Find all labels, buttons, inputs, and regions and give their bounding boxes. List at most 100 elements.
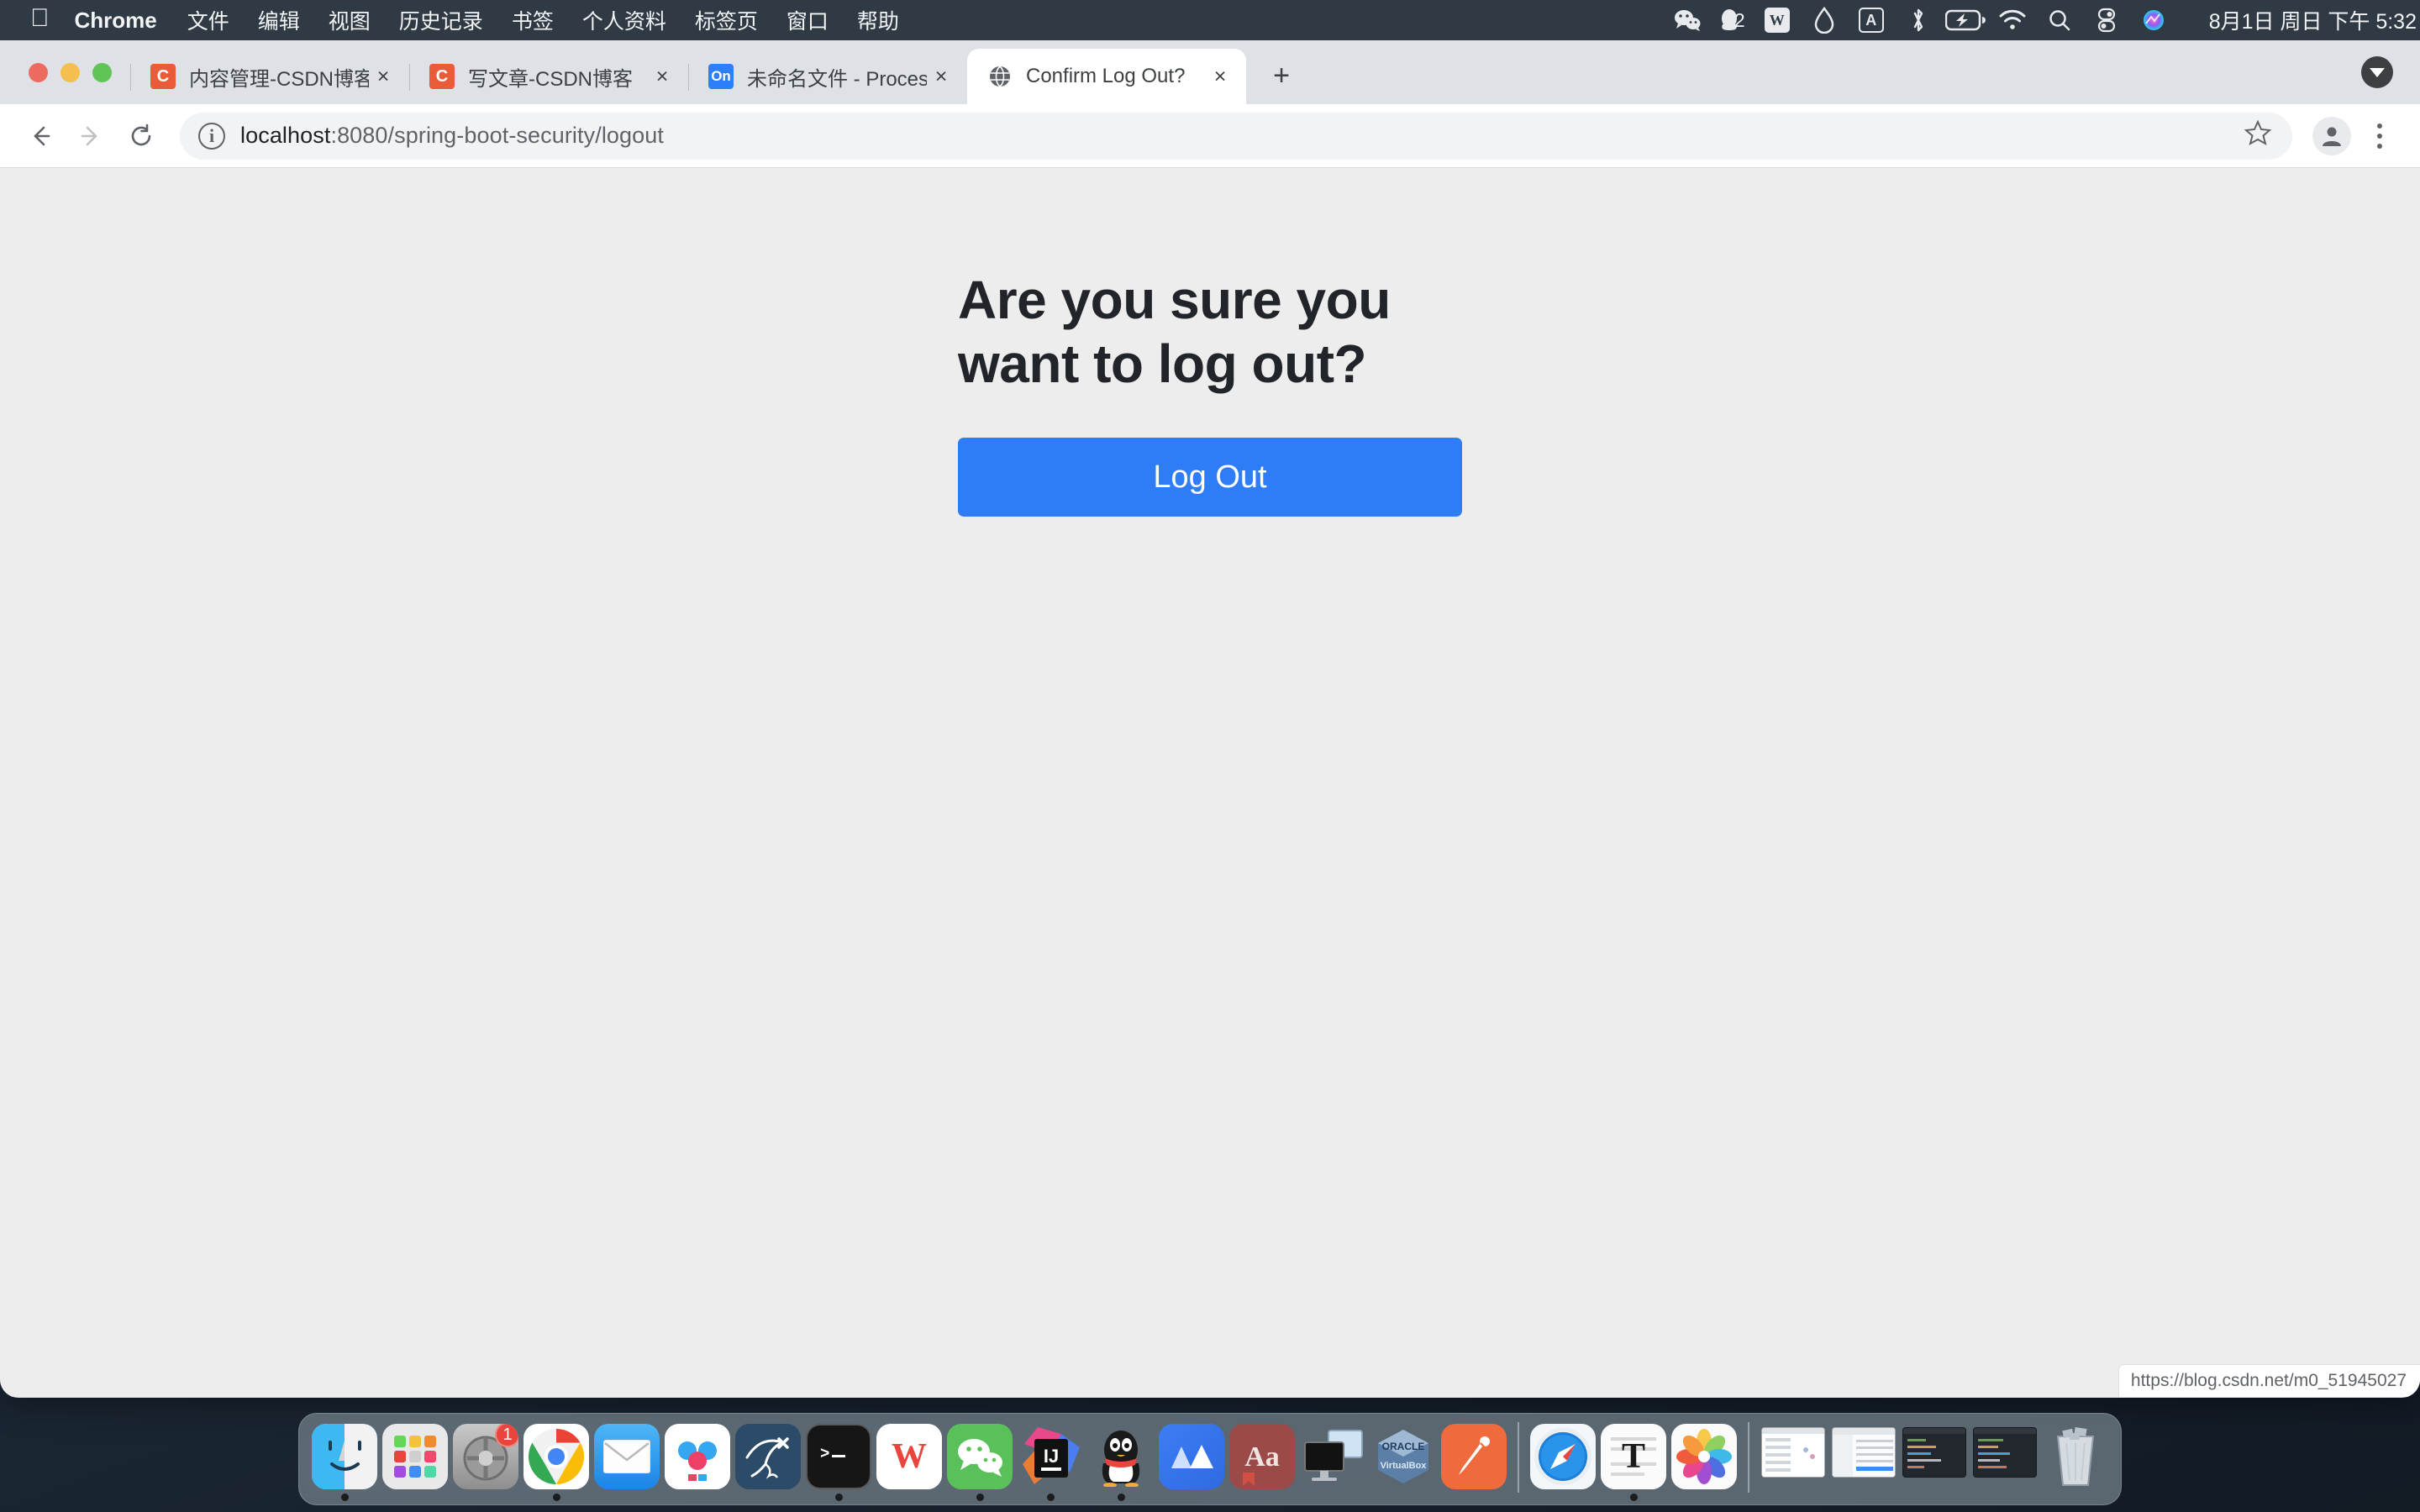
dock-item-virtualbox[interactable]: ORACLE VirtualBox: [1368, 1420, 1439, 1504]
qq-badge-count: 2: [1733, 8, 1745, 31]
browser-tab-4-active[interactable]: Confirm Log Out? ×: [967, 49, 1246, 104]
new-tab-button[interactable]: +: [1258, 52, 1305, 99]
dictionary-icon: Aa: [1229, 1424, 1295, 1489]
wps-icon[interactable]: W: [1754, 0, 1801, 40]
dock-item-motrix[interactable]: [1156, 1420, 1227, 1504]
three-dot-menu-icon[interactable]: [2361, 123, 2398, 149]
menu-app-name[interactable]: Chrome: [75, 8, 157, 34]
dock-divider-1: [1518, 1422, 1519, 1493]
battery-charging-icon[interactable]: [1942, 0, 1989, 40]
menu-item-view[interactable]: 视图: [329, 5, 371, 35]
dock-item-launchpad[interactable]: [380, 1420, 450, 1504]
close-window-button[interactable]: [29, 62, 48, 82]
running-indicator: [1629, 1494, 1638, 1501]
menu-item-tabs[interactable]: 标签页: [695, 5, 758, 35]
wechat-icon[interactable]: [1664, 0, 1711, 40]
minimized-window-thumbnail: [1902, 1427, 1966, 1478]
globe-favicon-icon: [987, 64, 1013, 89]
baidu-netdisk-icon: [665, 1424, 730, 1489]
dock-item-screen-sharing[interactable]: [1297, 1420, 1368, 1504]
csdn-favicon-icon: C: [150, 64, 176, 89]
dock-minimized-qq-window[interactable]: [1758, 1420, 1828, 1504]
processon-favicon-icon: On: [708, 64, 734, 89]
menu-item-help[interactable]: 帮助: [857, 5, 899, 35]
back-button[interactable]: [15, 111, 66, 161]
menu-bar-tray: 2 W A: [1664, 0, 2177, 40]
svg-text:W: W: [892, 1437, 927, 1476]
tab-close-button[interactable]: ×: [369, 62, 397, 91]
dock-item-finder[interactable]: [309, 1420, 380, 1504]
dock-item-wechat[interactable]: [944, 1420, 1015, 1504]
launchpad-icon: [382, 1424, 448, 1489]
forward-button[interactable]: [66, 111, 116, 161]
maximize-window-button[interactable]: [92, 62, 112, 82]
dock-minimized-intellij-window-2[interactable]: [1970, 1420, 2040, 1504]
spotlight-search-icon[interactable]: [2036, 0, 2083, 40]
virtualbox-icon: ORACLE VirtualBox: [1370, 1424, 1436, 1489]
browser-tab-3[interactable]: On 未命名文件 - ProcessOn ×: [688, 49, 967, 104]
tab-close-button[interactable]: ×: [648, 62, 676, 91]
intellij-idea-icon: IJ: [1018, 1424, 1083, 1489]
page-content: Are you sure you want to log out? Log Ou…: [0, 168, 2420, 1397]
onedrive-icon[interactable]: [1801, 0, 1848, 40]
qq-icon[interactable]: 2: [1711, 0, 1754, 40]
dock-item-baidu-netdisk[interactable]: [662, 1420, 733, 1504]
site-info-icon[interactable]: i: [198, 122, 225, 150]
input-source-icon[interactable]: A: [1848, 0, 1895, 40]
apple-logo-icon[interactable]: : [30, 6, 50, 31]
dock-item-system-preferences[interactable]: 1: [450, 1420, 521, 1504]
dock-item-photos[interactable]: [1669, 1420, 1739, 1504]
dock-item-mysql-workbench[interactable]: [733, 1420, 803, 1504]
svg-text:VirtualBox: VirtualBox: [1381, 1461, 1428, 1471]
menu-item-file[interactable]: 文件: [187, 5, 229, 35]
system-preferences-icon: 1: [453, 1424, 518, 1489]
dock-item-terminal[interactable]: >: [803, 1420, 874, 1504]
dock-item-intellij-idea[interactable]: IJ: [1015, 1420, 1086, 1504]
minimized-window-thumbnail: [1973, 1427, 2037, 1478]
dock-item-mail[interactable]: [592, 1420, 662, 1504]
macos-dock: 1 > W IJ Aa ORACLE VirtualBox T: [298, 1413, 2122, 1505]
bookmark-star-icon[interactable]: [2238, 119, 2277, 153]
chevron-down-icon[interactable]: [2361, 56, 2393, 88]
dock-item-safari[interactable]: [1528, 1420, 1598, 1504]
siri-icon[interactable]: [2130, 0, 2177, 40]
tab-close-button[interactable]: ×: [927, 62, 955, 91]
menu-item-window[interactable]: 窗口: [786, 5, 829, 35]
status-bar-link-preview: https://blog.csdn.net/m0_51945027: [2118, 1364, 2420, 1397]
wifi-icon[interactable]: [1989, 0, 2036, 40]
menu-item-bookmarks[interactable]: 书签: [512, 5, 554, 35]
mysql-workbench-icon: [735, 1424, 801, 1489]
dock-item-markdown-editor[interactable]: [1439, 1420, 1509, 1504]
running-indicator: [834, 1494, 843, 1501]
minimize-window-button[interactable]: [60, 62, 80, 82]
menu-item-profile[interactable]: 个人资料: [582, 5, 666, 35]
address-bar[interactable]: i localhost:8080/spring-boot-security/lo…: [180, 112, 2292, 160]
finder-icon: [312, 1424, 377, 1489]
browser-tab-2[interactable]: C 写文章-CSDN博客 ×: [409, 49, 688, 104]
dock-item-trash[interactable]: [2040, 1420, 2111, 1504]
dock-minimized-intellij-window-1[interactable]: [1899, 1420, 1970, 1504]
tab-close-button[interactable]: ×: [1206, 62, 1234, 91]
page-heading: Are you sure you want to log out?: [958, 270, 1391, 394]
log-out-button[interactable]: Log Out: [958, 438, 1462, 517]
svg-text:>: >: [820, 1445, 829, 1463]
photos-icon: [1671, 1424, 1737, 1489]
dock-item-textedit[interactable]: T: [1598, 1420, 1669, 1504]
dock-item-wps-office[interactable]: W: [874, 1420, 944, 1504]
tab-strip: C 内容管理-CSDN博客 × C 写文章-CSDN博客 × On 未命名文件 …: [0, 40, 2420, 104]
menu-bar-clock[interactable]: 8月1日 周日 下午 5:32: [2201, 5, 2420, 35]
reload-button[interactable]: [116, 111, 166, 161]
dock-minimized-finder-window[interactable]: [1828, 1420, 1899, 1504]
menu-item-history[interactable]: 历史记录: [399, 5, 483, 35]
control-center-icon[interactable]: [2083, 0, 2130, 40]
motrix-icon: [1159, 1424, 1224, 1489]
profile-avatar[interactable]: [2312, 116, 2351, 155]
menu-item-edit[interactable]: 编辑: [258, 5, 300, 35]
bluetooth-icon[interactable]: [1895, 0, 1942, 40]
browser-tab-1[interactable]: C 内容管理-CSDN博客 ×: [130, 49, 409, 104]
dock-item-google-chrome[interactable]: [521, 1420, 592, 1504]
svg-text:IJ: IJ: [1044, 1446, 1059, 1467]
dock-item-qq[interactable]: [1086, 1420, 1156, 1504]
tab-divider: [130, 64, 131, 91]
dock-item-dictionary[interactable]: Aa: [1227, 1420, 1297, 1504]
